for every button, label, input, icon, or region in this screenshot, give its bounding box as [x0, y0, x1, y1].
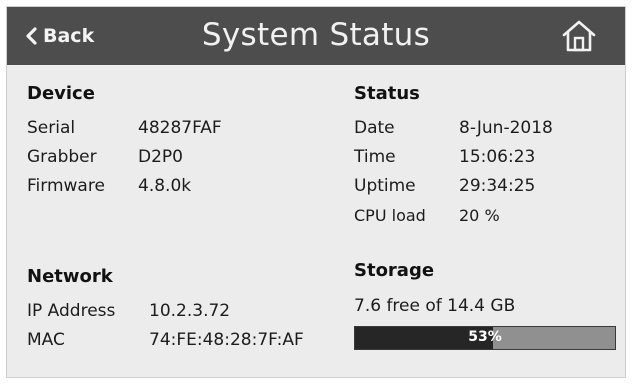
- status-section-title: Status: [354, 83, 420, 104]
- storage-summary: 7.6 free of 14.4 GB: [354, 296, 516, 316]
- storage-section-title: Storage: [354, 260, 435, 281]
- uptime-value: 29:34:25: [459, 176, 536, 196]
- time-value: 15:06:23: [459, 147, 536, 167]
- mac-value: 74:FE:48:28:7F:AF: [149, 330, 304, 350]
- grabber-label: Grabber: [27, 147, 97, 167]
- cpu-load-label: CPU load: [354, 206, 426, 225]
- home-button[interactable]: [561, 19, 597, 53]
- serial-value: 48287FAF: [138, 118, 222, 138]
- grabber-value: D2P0: [138, 147, 183, 167]
- date-value: 8-Jun-2018: [459, 118, 553, 138]
- serial-label: Serial: [27, 118, 76, 138]
- uptime-label: Uptime: [354, 176, 416, 196]
- firmware-value: 4.8.0k: [138, 176, 192, 196]
- ip-address-value: 10.2.3.72: [149, 301, 231, 321]
- time-label: Time: [354, 147, 396, 167]
- device-section-title: Device: [27, 83, 95, 104]
- storage-progress-label: 53%: [468, 329, 502, 345]
- system-status-screen: Back System Status Device Serial 48287FA…: [6, 6, 626, 378]
- cpu-load-value: 20 %: [459, 206, 500, 225]
- network-section-title: Network: [27, 266, 113, 287]
- firmware-label: Firmware: [27, 176, 105, 196]
- page-title: System Status: [201, 17, 431, 53]
- header-bar: Back System Status: [7, 7, 625, 65]
- mac-label: MAC: [27, 330, 65, 350]
- storage-progress-bar: 53%: [354, 326, 616, 350]
- date-label: Date: [354, 118, 395, 138]
- ip-address-label: IP Address: [27, 301, 116, 321]
- home-icon: [561, 19, 597, 53]
